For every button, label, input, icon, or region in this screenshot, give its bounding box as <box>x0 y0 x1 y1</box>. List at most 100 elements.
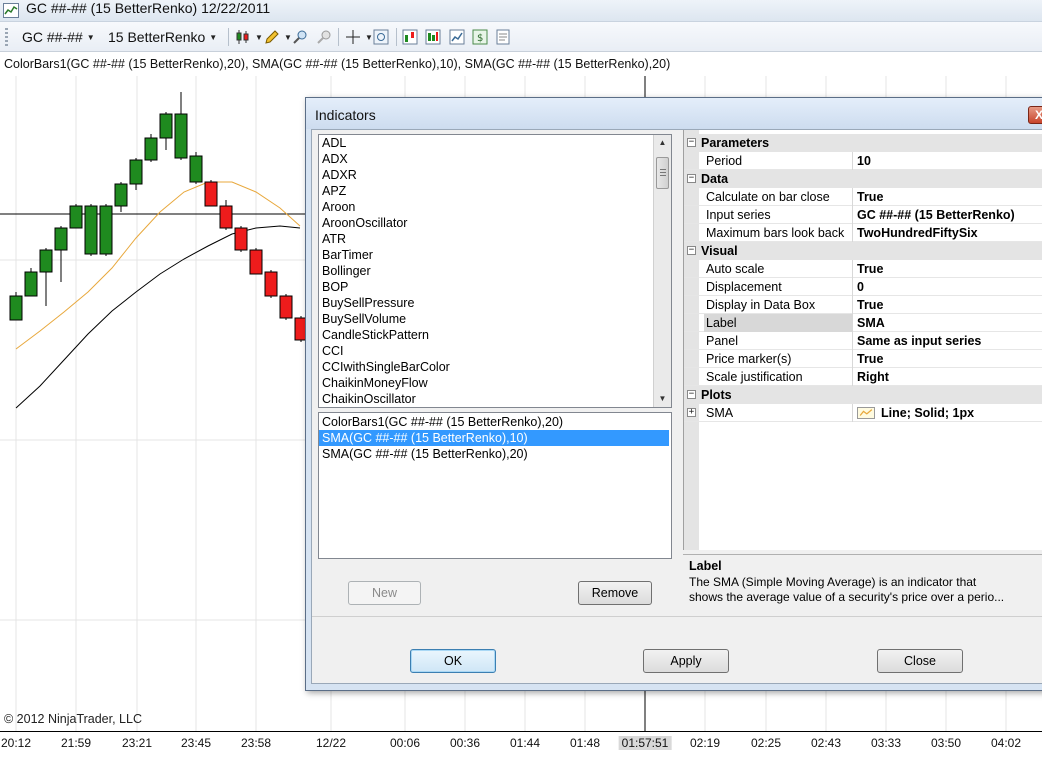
property-row-input-series[interactable]: Input series GC ##-## (15 BetterRenko) <box>684 206 1042 224</box>
property-row-auto-scale[interactable]: Auto scale True <box>684 260 1042 278</box>
indicator-option[interactable]: Aroon <box>319 199 671 215</box>
candlestick-icon <box>236 30 249 44</box>
drawing-tools-button[interactable]: ▼ <box>264 27 292 47</box>
collapse-icon[interactable]: − <box>687 174 696 183</box>
strategies-button[interactable] <box>425 27 441 47</box>
collapse-icon[interactable]: − <box>687 390 696 399</box>
dialog-title-bar[interactable]: Indicators X <box>306 98 1042 129</box>
property-row-price-marker[interactable]: Price marker(s) True <box>684 350 1042 368</box>
line-chart-button[interactable] <box>449 27 465 47</box>
indicator-option[interactable]: BuySellPressure <box>319 295 671 311</box>
expand-icon[interactable]: + <box>687 408 696 417</box>
property-row-sma-plot[interactable]: + SMA Line; Solid; 1px <box>684 404 1042 422</box>
line-chart-icon <box>449 29 465 45</box>
indicator-option[interactable]: BOP <box>319 279 671 295</box>
property-name: Period <box>706 154 743 168</box>
window-title: GC ##-## (15 BetterRenko) 12/22/2011 <box>26 0 271 16</box>
remove-button[interactable]: Remove <box>578 581 652 605</box>
chart-style-button[interactable]: ▼ <box>235 27 263 47</box>
applied-indicators-list[interactable]: ColorBars1(GC ##-## (15 BetterRenko),20)… <box>318 412 672 559</box>
category-label: Plots <box>701 388 732 402</box>
property-value[interactable]: Right <box>852 368 1042 386</box>
scroll-down-icon[interactable]: ▼ <box>654 391 671 407</box>
property-row-displacement[interactable]: Displacement 0 <box>684 278 1042 296</box>
available-indicators-list[interactable]: ADL ADX ADXR APZ Aroon AroonOscillator A… <box>318 134 672 408</box>
applied-indicator-selected[interactable]: SMA(GC ##-## (15 BetterRenko),10) <box>319 430 669 446</box>
property-value[interactable]: SMA <box>852 314 1042 332</box>
property-value[interactable]: 0 <box>852 278 1042 296</box>
chart-trader-button[interactable]: $ <box>472 27 488 47</box>
applied-indicator[interactable]: ColorBars1(GC ##-## (15 BetterRenko),20) <box>319 414 669 430</box>
applied-indicator[interactable]: SMA(GC ##-## (15 BetterRenko),20) <box>319 446 669 462</box>
property-name: Price marker(s) <box>706 352 792 366</box>
apply-button[interactable]: Apply <box>643 649 729 673</box>
category-visual[interactable]: − Visual <box>684 242 1042 260</box>
indicator-option[interactable]: BuySellVolume <box>319 311 671 327</box>
time-tick: 04:02 <box>990 736 1022 750</box>
property-value[interactable]: 10 <box>852 152 1042 170</box>
indicator-option[interactable]: APZ <box>319 183 671 199</box>
bartype-label: 15 BetterRenko <box>108 29 206 45</box>
time-tick: 00:06 <box>389 736 421 750</box>
dialog-close-button[interactable]: X <box>1028 106 1042 124</box>
indicator-option[interactable]: CandleStickPattern <box>319 327 671 343</box>
property-value[interactable]: GC ##-## (15 BetterRenko) <box>852 206 1042 224</box>
property-row-panel[interactable]: Panel Same as input series <box>684 332 1042 350</box>
indicator-option[interactable]: Bollinger <box>319 263 671 279</box>
indicator-option[interactable]: ADXR <box>319 167 671 183</box>
indicators-button[interactable] <box>402 27 418 47</box>
list-scrollbar[interactable]: ▲ ▼ <box>653 135 671 407</box>
instrument-selector[interactable]: GC ##-## ▼ <box>22 27 95 47</box>
category-plots[interactable]: − Plots <box>684 386 1042 404</box>
toolbar-grip[interactable] <box>5 28 8 46</box>
category-parameters[interactable]: − Parameters <box>684 134 1042 152</box>
scroll-thumb[interactable] <box>656 157 669 189</box>
time-tick: 02:25 <box>750 736 782 750</box>
property-value[interactable]: TwoHundredFiftySix <box>852 224 1042 242</box>
property-row-maximum-bars[interactable]: Maximum bars look back TwoHundredFiftySi… <box>684 224 1042 242</box>
properties-icon <box>496 29 510 45</box>
zoom-out-button[interactable] <box>316 27 332 47</box>
property-name: Scale justification <box>706 370 803 384</box>
indicator-option[interactable]: CCIwithSingleBarColor <box>319 359 671 375</box>
data-box-button[interactable] <box>373 27 389 47</box>
property-grid[interactable]: − Parameters Period 10 − Data Calculate … <box>683 130 1042 550</box>
property-value[interactable]: True <box>852 296 1042 314</box>
new-button[interactable]: New <box>348 581 421 605</box>
indicator-option[interactable]: ChaikinMoneyFlow <box>319 375 671 391</box>
property-row-period[interactable]: Period 10 <box>684 152 1042 170</box>
indicator-option[interactable]: ChaikinOscillator <box>319 391 671 407</box>
property-value[interactable]: Line; Solid; 1px <box>852 404 1042 422</box>
indicators-dialog: Indicators X ADL ADX ADXR APZ Aroon Aroo… <box>305 97 1042 691</box>
bar-up <box>9 295 23 321</box>
close-button[interactable]: Close <box>877 649 963 673</box>
chevron-down-icon: ▼ <box>284 32 292 42</box>
property-value[interactable]: True <box>852 188 1042 206</box>
time-axis[interactable]: 20:12 21:59 23:21 23:45 23:58 12/22 00:0… <box>0 731 1042 763</box>
indicator-option[interactable]: CCI <box>319 343 671 359</box>
indicator-option[interactable]: ADX <box>319 151 671 167</box>
property-value[interactable]: True <box>852 350 1042 368</box>
property-value[interactable]: Same as input series <box>852 332 1042 350</box>
collapse-icon[interactable]: − <box>687 138 696 147</box>
properties-button[interactable] <box>495 27 511 47</box>
zoom-in-button[interactable] <box>292 27 308 47</box>
crosshair-button[interactable]: ▼ <box>345 27 373 47</box>
property-name: Display in Data Box <box>706 298 816 312</box>
property-row-scale-justification[interactable]: Scale justification Right <box>684 368 1042 386</box>
collapse-icon[interactable]: − <box>687 246 696 255</box>
bartype-selector[interactable]: 15 BetterRenko ▼ <box>108 27 217 47</box>
ok-button[interactable]: OK <box>410 649 496 673</box>
indicator-option[interactable]: BarTimer <box>319 247 671 263</box>
indicator-option[interactable]: AroonOscillator <box>319 215 671 231</box>
indicator-option[interactable]: ADL <box>319 135 671 151</box>
scroll-up-icon[interactable]: ▲ <box>654 135 671 151</box>
property-row-label[interactable]: Label SMA <box>684 314 1042 332</box>
property-row-display-in-data-box[interactable]: Display in Data Box True <box>684 296 1042 314</box>
plot-style-text: Line; Solid; 1px <box>881 406 975 420</box>
category-data[interactable]: − Data <box>684 170 1042 188</box>
indicator-option[interactable]: ATR <box>319 231 671 247</box>
property-row-calculate-on-bar-close[interactable]: Calculate on bar close True <box>684 188 1042 206</box>
chevron-down-icon: ▼ <box>209 32 218 42</box>
property-value[interactable]: True <box>852 260 1042 278</box>
